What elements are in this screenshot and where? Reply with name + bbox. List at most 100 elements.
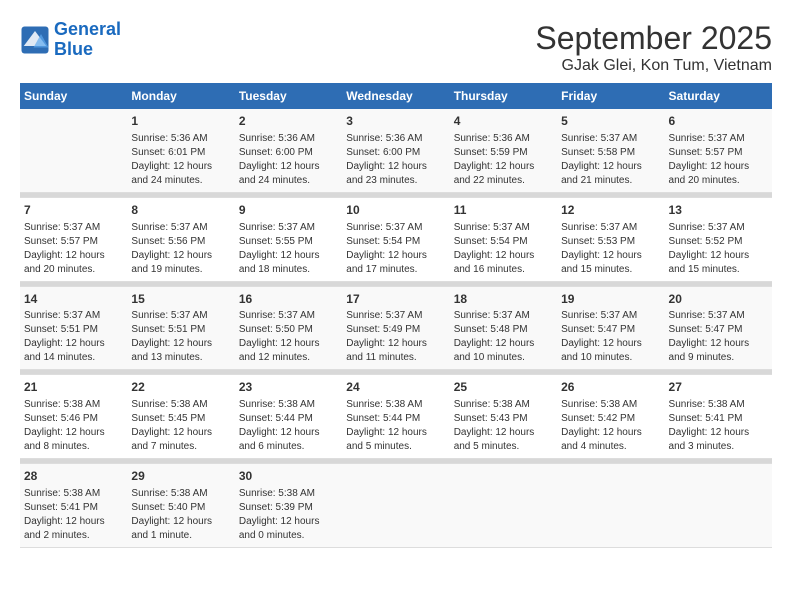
calendar-week-row: 1 Sunrise: 5:36 AMSunset: 6:01 PMDaylight… (20, 109, 772, 192)
logo-text: General Blue (54, 20, 121, 60)
calendar-table: SundayMondayTuesdayWednesdayThursdayFrid… (20, 83, 772, 548)
calendar-cell: 15Sunrise: 5:37 AMSunset: 5:51 PMDayligh… (127, 286, 234, 370)
cell-info: Sunrise: 5:38 AMSunset: 5:41 PMDaylight:… (24, 487, 123, 543)
cell-info: Sunrise: 5:36 AMSunset: 6:00 PMDaylight:… (239, 132, 338, 188)
calendar-week-row: 14Sunrise: 5:37 AMSunset: 5:51 PMDayligh… (20, 286, 772, 370)
calendar-cell: 21Sunrise: 5:38 AMSunset: 5:46 PMDayligh… (20, 375, 127, 459)
calendar-cell: 27 Sunrise: 5:38 AMSunset: 5:41 PMDayligh… (665, 375, 772, 459)
calendar-cell: 29 Sunrise: 5:38 AMSunset: 5:40 PMDayligh… (127, 464, 234, 548)
day-number: 3 (346, 113, 445, 130)
calendar-cell: 2 Sunrise: 5:36 AMSunset: 6:00 PMDaylight… (235, 109, 342, 192)
calendar-cell: 9Sunrise: 5:37 AMSunset: 5:55 PMDaylight… (235, 197, 342, 281)
logo-icon (20, 25, 50, 55)
cell-info: Sunrise: 5:37 AMSunset: 5:55 PMDaylight:… (239, 221, 338, 277)
calendar-cell: 10 Sunrise: 5:37 AMSunset: 5:54 PMDayligh… (342, 197, 449, 281)
calendar-title: September 2025 (535, 20, 772, 57)
day-number: 11 (454, 202, 553, 219)
day-number: 29 (131, 468, 230, 485)
cell-info: Sunrise: 5:37 AMSunset: 5:57 PMDaylight:… (24, 221, 123, 277)
weekday-header-saturday: Saturday (665, 83, 772, 109)
weekday-header-tuesday: Tuesday (235, 83, 342, 109)
calendar-cell: 28 Sunrise: 5:38 AMSunset: 5:41 PMDayligh… (20, 464, 127, 548)
calendar-cell: 6 Sunrise: 5:37 AMSunset: 5:57 PMDaylight… (665, 109, 772, 192)
day-number: 16 (239, 291, 338, 308)
calendar-cell: 4Sunrise: 5:36 AMSunset: 5:59 PMDaylight… (450, 109, 557, 192)
cell-info: Sunrise: 5:37 AMSunset: 5:50 PMDaylight:… (239, 309, 338, 365)
day-number: 6 (669, 113, 768, 130)
cell-info: Sunrise: 5:37 AMSunset: 5:54 PMDaylight:… (454, 221, 553, 277)
cell-info: Sunrise: 5:38 AMSunset: 5:40 PMDaylight:… (131, 487, 230, 543)
cell-info: Sunrise: 5:37 AMSunset: 5:57 PMDaylight:… (669, 132, 768, 188)
cell-info: Sunrise: 5:38 AMSunset: 5:44 PMDaylight:… (346, 398, 445, 454)
day-number: 30 (239, 468, 338, 485)
cell-info: Sunrise: 5:37 AMSunset: 5:51 PMDaylight:… (24, 309, 123, 365)
day-number: 20 (669, 291, 768, 308)
cell-info: Sunrise: 5:36 AMSunset: 6:01 PMDaylight:… (131, 132, 230, 188)
cell-info: Sunrise: 5:38 AMSunset: 5:41 PMDaylight:… (669, 398, 768, 454)
cell-info: Sunrise: 5:37 AMSunset: 5:52 PMDaylight:… (669, 221, 768, 277)
cell-info: Sunrise: 5:36 AMSunset: 5:59 PMDaylight:… (454, 132, 553, 188)
cell-info: Sunrise: 5:37 AMSunset: 5:47 PMDaylight:… (669, 309, 768, 365)
cell-info: Sunrise: 5:36 AMSunset: 6:00 PMDaylight:… (346, 132, 445, 188)
calendar-cell: 7 Sunrise: 5:37 AMSunset: 5:57 PMDaylight… (20, 197, 127, 281)
calendar-week-row: 7 Sunrise: 5:37 AMSunset: 5:57 PMDaylight… (20, 197, 772, 281)
weekday-header-monday: Monday (127, 83, 234, 109)
day-number: 17 (346, 291, 445, 308)
day-number: 2 (239, 113, 338, 130)
day-number: 24 (346, 379, 445, 396)
calendar-cell (342, 464, 449, 548)
day-number: 26 (561, 379, 660, 396)
day-number: 10 (346, 202, 445, 219)
cell-info: Sunrise: 5:37 AMSunset: 5:58 PMDaylight:… (561, 132, 660, 188)
calendar-cell (665, 464, 772, 548)
day-number: 14 (24, 291, 123, 308)
calendar-cell: 1 Sunrise: 5:36 AMSunset: 6:01 PMDaylight… (127, 109, 234, 192)
calendar-cell: 22Sunrise: 5:38 AMSunset: 5:45 PMDayligh… (127, 375, 234, 459)
calendar-cell: 3 Sunrise: 5:36 AMSunset: 6:00 PMDaylight… (342, 109, 449, 192)
calendar-cell: 17Sunrise: 5:37 AMSunset: 5:49 PMDayligh… (342, 286, 449, 370)
calendar-week-row: 21Sunrise: 5:38 AMSunset: 5:46 PMDayligh… (20, 375, 772, 459)
calendar-cell: 18Sunrise: 5:37 AMSunset: 5:48 PMDayligh… (450, 286, 557, 370)
cell-info: Sunrise: 5:38 AMSunset: 5:43 PMDaylight:… (454, 398, 553, 454)
weekday-header-thursday: Thursday (450, 83, 557, 109)
calendar-cell: 8 Sunrise: 5:37 AMSunset: 5:56 PMDaylight… (127, 197, 234, 281)
day-number: 19 (561, 291, 660, 308)
day-number: 8 (131, 202, 230, 219)
calendar-cell: 23Sunrise: 5:38 AMSunset: 5:44 PMDayligh… (235, 375, 342, 459)
day-number: 22 (131, 379, 230, 396)
day-number: 7 (24, 202, 123, 219)
calendar-cell: 20Sunrise: 5:37 AMSunset: 5:47 PMDayligh… (665, 286, 772, 370)
cell-info: Sunrise: 5:37 AMSunset: 5:48 PMDaylight:… (454, 309, 553, 365)
calendar-cell: 16Sunrise: 5:37 AMSunset: 5:50 PMDayligh… (235, 286, 342, 370)
day-number: 21 (24, 379, 123, 396)
cell-info: Sunrise: 5:37 AMSunset: 5:56 PMDaylight:… (131, 221, 230, 277)
calendar-cell: 11 Sunrise: 5:37 AMSunset: 5:54 PMDayligh… (450, 197, 557, 281)
cell-info: Sunrise: 5:37 AMSunset: 5:47 PMDaylight:… (561, 309, 660, 365)
calendar-cell: 14Sunrise: 5:37 AMSunset: 5:51 PMDayligh… (20, 286, 127, 370)
day-number: 1 (131, 113, 230, 130)
day-number: 27 (669, 379, 768, 396)
logo: General Blue (20, 20, 121, 60)
day-number: 12 (561, 202, 660, 219)
calendar-cell: 19Sunrise: 5:37 AMSunset: 5:47 PMDayligh… (557, 286, 664, 370)
weekday-header-row: SundayMondayTuesdayWednesdayThursdayFrid… (20, 83, 772, 109)
calendar-cell: 25 Sunrise: 5:38 AMSunset: 5:43 PMDayligh… (450, 375, 557, 459)
calendar-cell: 26 Sunrise: 5:38 AMSunset: 5:42 PMDayligh… (557, 375, 664, 459)
cell-info: Sunrise: 5:38 AMSunset: 5:42 PMDaylight:… (561, 398, 660, 454)
calendar-cell (557, 464, 664, 548)
calendar-header: September 2025 GJak Glei, Kon Tum, Vietn… (535, 20, 772, 75)
day-number: 5 (561, 113, 660, 130)
day-number: 18 (454, 291, 553, 308)
cell-info: Sunrise: 5:37 AMSunset: 5:49 PMDaylight:… (346, 309, 445, 365)
weekday-header-friday: Friday (557, 83, 664, 109)
calendar-cell (450, 464, 557, 548)
day-number: 23 (239, 379, 338, 396)
calendar-cell: 24 Sunrise: 5:38 AMSunset: 5:44 PMDayligh… (342, 375, 449, 459)
day-number: 28 (24, 468, 123, 485)
cell-info: Sunrise: 5:37 AMSunset: 5:54 PMDaylight:… (346, 221, 445, 277)
calendar-cell: 30Sunrise: 5:38 AMSunset: 5:39 PMDayligh… (235, 464, 342, 548)
day-number: 15 (131, 291, 230, 308)
calendar-cell: 13 Sunrise: 5:37 AMSunset: 5:52 PMDayligh… (665, 197, 772, 281)
day-number: 13 (669, 202, 768, 219)
day-number: 25 (454, 379, 553, 396)
